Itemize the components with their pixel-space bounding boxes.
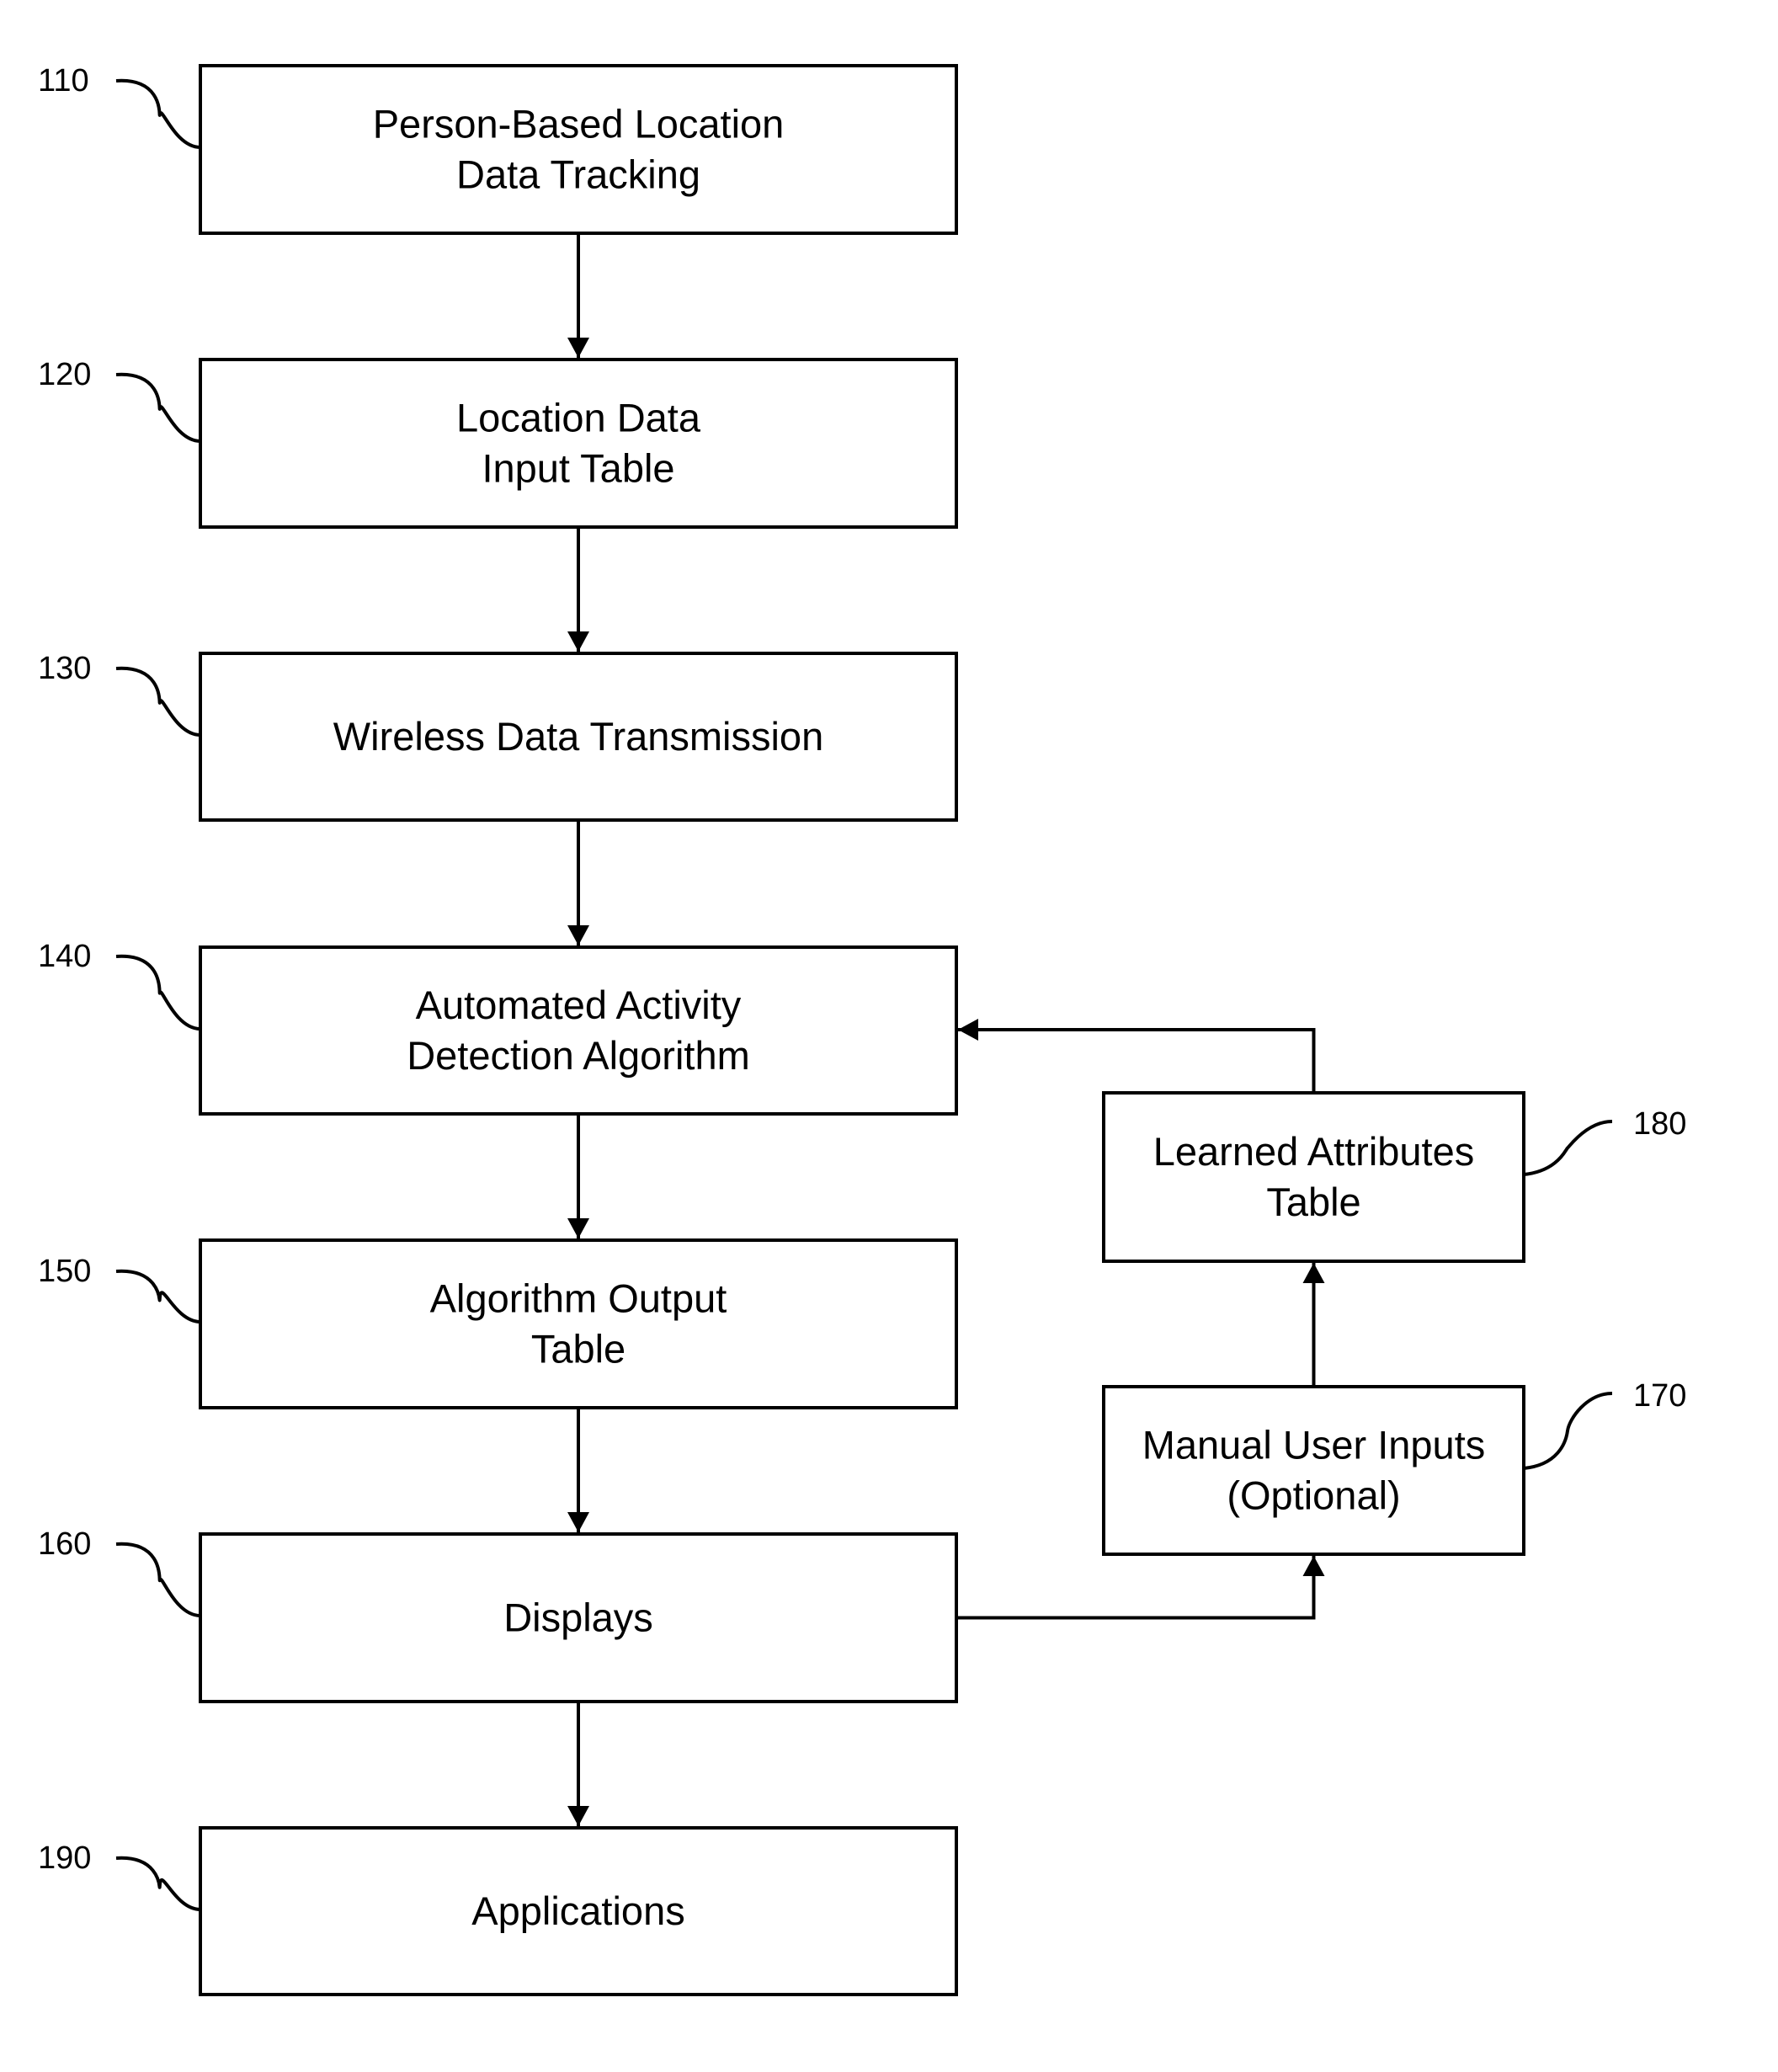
edge-110-to-120 [567,233,589,358]
node-label-line: (Optional) [1227,1473,1400,1518]
arrowhead [567,631,589,652]
leader-line [1523,1120,1613,1176]
arrowhead [567,925,589,945]
node-label-line: Algorithm Output [430,1276,727,1321]
edge-130-to-140 [567,820,589,945]
node-box [199,358,958,529]
arrowhead [1302,1556,1325,1576]
node-label-line: Detection Algorithm [407,1033,750,1078]
reference-numeral: 130 [38,651,91,686]
node-box [199,1238,958,1409]
reference-numeral: 140 [38,939,91,974]
arrowhead [567,1806,589,1826]
node-190: Applications 190 [38,1826,958,1996]
node-120: Location Data Input Table 120 [38,357,958,529]
leader-line [115,1269,201,1324]
leader-line [115,1856,201,1911]
node-box [199,64,958,235]
node-box [1102,1091,1525,1263]
node-110: Person-Based Location Data Tracking 110 [38,63,958,235]
flowchart-diagram: Person-Based Location Data Tracking 110 Loc… [38,63,1686,1996]
node-160: Displays 160 [38,1526,958,1703]
arrowhead [958,1019,978,1041]
node-label-line: Person-Based Location [373,102,785,146]
leader-line [115,666,201,737]
node-label-line: Applications [471,1888,684,1933]
leader-line [115,78,201,149]
reference-numeral: 190 [38,1840,91,1876]
node-label-line: Manual User Inputs [1142,1423,1486,1467]
node-label-line: Data Tracking [456,152,700,197]
connector-line [956,1556,1316,1620]
connector-line [958,1028,1316,1093]
node-label-line: Displays [503,1595,653,1640]
leader-line [1523,1392,1613,1470]
node-150: Algorithm Output Table 150 [38,1238,958,1409]
reference-numeral: 160 [38,1526,91,1562]
node-box [199,945,958,1116]
edge-160-to-190 [567,1702,589,1826]
node-180: Learned Attributes Table 180 [1102,1091,1686,1263]
node-label-line: Location Data [456,396,701,440]
node-130: Wireless Data Transmission 130 [38,651,958,822]
arrowhead [567,1512,589,1532]
edge-120-to-130 [567,527,589,652]
node-label-line: Learned Attributes [1153,1129,1475,1174]
reference-numeral: 170 [1633,1378,1686,1414]
reference-numeral: 110 [38,63,89,99]
reference-numeral: 150 [38,1254,91,1289]
arrowhead [567,1218,589,1238]
node-140: Automated Activity Detection Algorithm 140 [38,939,958,1116]
node-label-line: Wireless Data Transmission [333,714,823,759]
arrowhead [1302,1263,1325,1283]
node-label-line: Input Table [482,446,674,491]
edge-180-to-140 [958,1019,1316,1093]
edge-160-to-170 [956,1556,1325,1620]
edge-140-to-150 [567,1114,589,1238]
leader-line [115,954,201,1031]
edge-170-to-180 [1302,1263,1325,1387]
reference-numeral: 120 [38,357,91,392]
reference-numeral: 180 [1633,1106,1686,1142]
edge-150-to-160 [567,1408,589,1532]
node-label-line: Automated Activity [416,983,742,1027]
node-170: Manual User Inputs (Optional) 170 [1102,1378,1686,1556]
arrowhead [567,338,589,358]
leader-line [115,1542,201,1617]
leader-line [115,372,201,443]
node-box [1102,1385,1525,1556]
node-label-line: Table [1266,1180,1360,1224]
nodes-layer: Person-Based Location Data Tracking 110 Loc… [38,63,1686,1996]
node-label-line: Table [531,1327,625,1372]
